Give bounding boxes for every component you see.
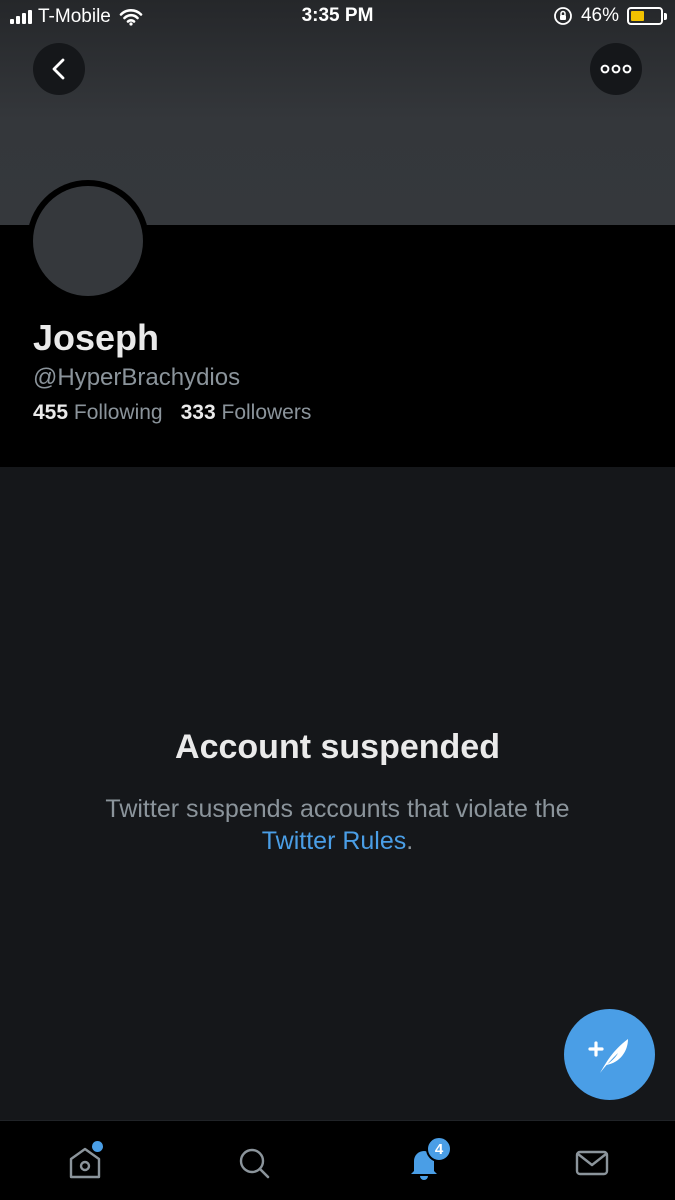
profile-handle: @HyperBrachydios: [33, 364, 241, 391]
followers-count: 333: [180, 401, 216, 424]
status-bar: T-Mobile 3:35 PM 46%: [0, 0, 675, 34]
profile-name: Joseph: [33, 317, 160, 358]
status-bar-right: 46%: [553, 5, 667, 27]
mail-icon: [575, 1150, 609, 1176]
suspended-message-text: Twitter suspends accounts that violate t…: [105, 795, 570, 823]
twitter-rules-link[interactable]: Twitter Rules: [262, 827, 406, 855]
notifications-badge: 4: [426, 1136, 452, 1162]
compose-tweet-button[interactable]: [564, 1009, 655, 1100]
more-options-button[interactable]: [590, 43, 642, 95]
more-horizontal-icon: [600, 64, 632, 74]
tab-notifications[interactable]: 4: [400, 1136, 452, 1187]
home-unread-dot: [92, 1141, 103, 1152]
suspended-message-suffix: .: [406, 827, 414, 855]
tab-home[interactable]: [61, 1139, 109, 1187]
tab-search[interactable]: [230, 1139, 278, 1187]
profile-stats: 455 Following 333 Followers: [33, 401, 311, 425]
followers-stat[interactable]: 333 Followers: [181, 401, 312, 425]
suspended-title: Account suspended: [175, 728, 500, 766]
battery-percent: 46%: [580, 5, 619, 26]
chevron-left-icon: [52, 58, 65, 80]
orientation-lock-icon: [554, 7, 572, 25]
battery-icon: [627, 7, 667, 25]
following-stat[interactable]: 455 Following: [33, 401, 163, 425]
following-count: 455: [33, 401, 69, 424]
tab-messages[interactable]: [568, 1139, 616, 1187]
following-label: Following: [73, 401, 163, 424]
search-icon: [239, 1148, 270, 1179]
back-button[interactable]: [33, 43, 85, 95]
battery-fill: [631, 11, 644, 21]
followers-label: Followers: [221, 401, 312, 424]
suspended-message: Twitter suspends accounts that violate t…: [0, 793, 675, 857]
tab-bar: 4: [0, 1120, 675, 1200]
compose-tweet-icon: [587, 1038, 628, 1073]
avatar[interactable]: [27, 180, 149, 302]
